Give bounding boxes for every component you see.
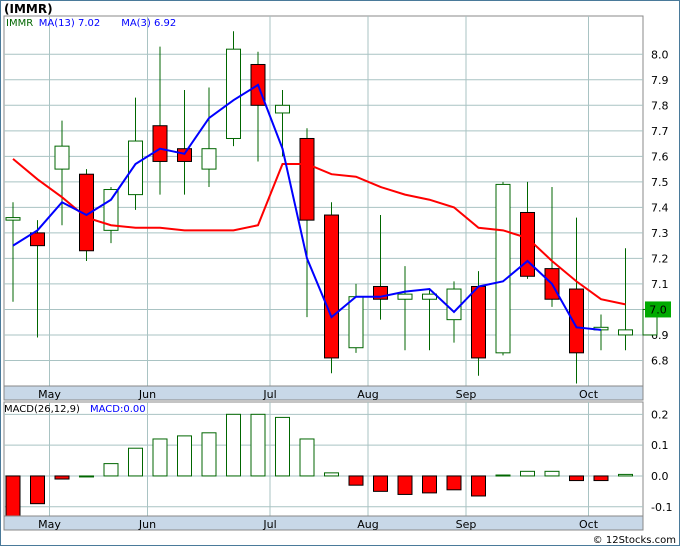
price-x-tick-label: Oct [579,388,599,401]
price-y-tick-label: 7.8 [651,99,669,112]
price-y-tick-label: 7.9 [651,74,669,87]
macd-bar-negative [593,475,609,482]
macd-bar-positive [201,432,217,477]
price-x-tick-label: Jul [262,388,276,401]
price-y-tick-label: 7.3 [651,227,669,240]
price-x-tick-label: May [38,388,61,401]
price-x-tick-label: Aug [357,388,378,401]
watermark: © 12Stocks.com [593,535,676,546]
price-legend-item: MA(3) 6.92 [121,18,176,29]
macd-x-tick-label: Jun [138,518,156,531]
macd-bar-positive [299,438,315,477]
macd-bar-positive [177,435,192,477]
macd-bar-positive [324,472,339,477]
price-y-tick-label: 6.8 [651,354,669,367]
candle-up [5,217,21,221]
candle-down [324,214,339,359]
macd-legend-item: MACD(26,12,9) [4,404,80,415]
candle-up [618,329,633,336]
price-y-tick-label: 8.0 [651,48,669,61]
price-y-tick-label: 7.6 [651,150,669,163]
candle-up [495,183,511,354]
macd-x-tick-label: Sep [456,518,477,531]
price-plot-area [3,15,644,387]
macd-bar-negative [30,475,45,505]
candle-up [128,140,143,196]
macd-bar-positive [495,474,511,477]
price-legend-item: IMMR [6,18,33,29]
macd-y-tick-label: 0.1 [651,439,669,452]
price-y-tick-label: 7.2 [651,252,669,265]
macd-bar-positive [520,470,535,477]
candle-down [177,148,192,162]
price-panel: 6.86.97.07.17.27.37.47.57.67.77.87.98.0M… [3,15,671,401]
macd-bar-positive [128,447,143,477]
stock-chart: 6.86.97.07.17.27.37.47.57.67.77.87.98.0M… [0,0,680,546]
candle-up [201,148,217,170]
macd-x-tick-label: Aug [357,518,378,531]
macd-y-tick-label: 0.0 [651,470,669,483]
candle-up [348,296,364,349]
candle-down [299,137,315,221]
macd-panel: -0.1 0.0 0.1 0.2 May Jun Jul Aug Sep Oct MACD(26,1… [3,401,672,531]
macd-bar-negative [54,475,70,480]
price-y-tick-label: 7.5 [651,176,669,189]
macd-bar-positive [152,438,168,477]
candle-down [152,125,168,162]
price-y-tick-label: 7.7 [651,125,669,138]
macd-bar-negative [422,475,437,494]
candle-up [275,104,290,114]
candle-down [471,285,486,359]
macd-x-tick-label: May [38,518,61,531]
candle-up [446,288,462,321]
candle-up [226,48,241,139]
macd-bar-positive [103,463,119,477]
macd-bar-negative [446,475,462,491]
macd-bar-negative [569,475,584,482]
price-y-tick-label: 7.1 [651,278,669,291]
macd-bar-negative [471,475,486,497]
macd-x-tick-label: Jul [262,518,276,531]
macd-bar-negative [348,475,364,486]
price-x-tick-label: Jun [138,388,156,401]
candle-up [397,293,413,300]
ticker-label: (IMMR) [4,2,53,16]
macd-y-tick-label: 0.2 [651,408,669,421]
macd-plot-area [3,401,644,517]
macd-bar-positive [544,470,560,477]
macd-y-tick-label: -0.1 [651,501,672,514]
candle-down [569,288,584,354]
macd-bar-positive [275,416,290,477]
macd-bar-positive [226,413,241,477]
price-y-tick-label: 7.4 [651,201,669,214]
last-price-label: 7.0 [649,303,667,316]
macd-x-tick-label: Oct [579,518,599,531]
price-x-tick-label: Sep [456,388,477,401]
macd-bar-negative [5,475,21,517]
candle-up [54,145,70,170]
price-legend-item: MA(13) 7.02 [39,18,100,29]
macd-bar-positive [250,413,266,477]
macd-legend-item: MACD:0.00 [90,404,146,415]
candle-down [30,232,45,247]
macd-bar-positive [618,473,633,477]
macd-bar-negative [397,475,413,495]
macd-bar-negative [373,475,388,492]
price-x-axis-band [3,385,644,401]
macd-x-axis-band [3,515,644,531]
macd-bar-positive [79,475,94,478]
